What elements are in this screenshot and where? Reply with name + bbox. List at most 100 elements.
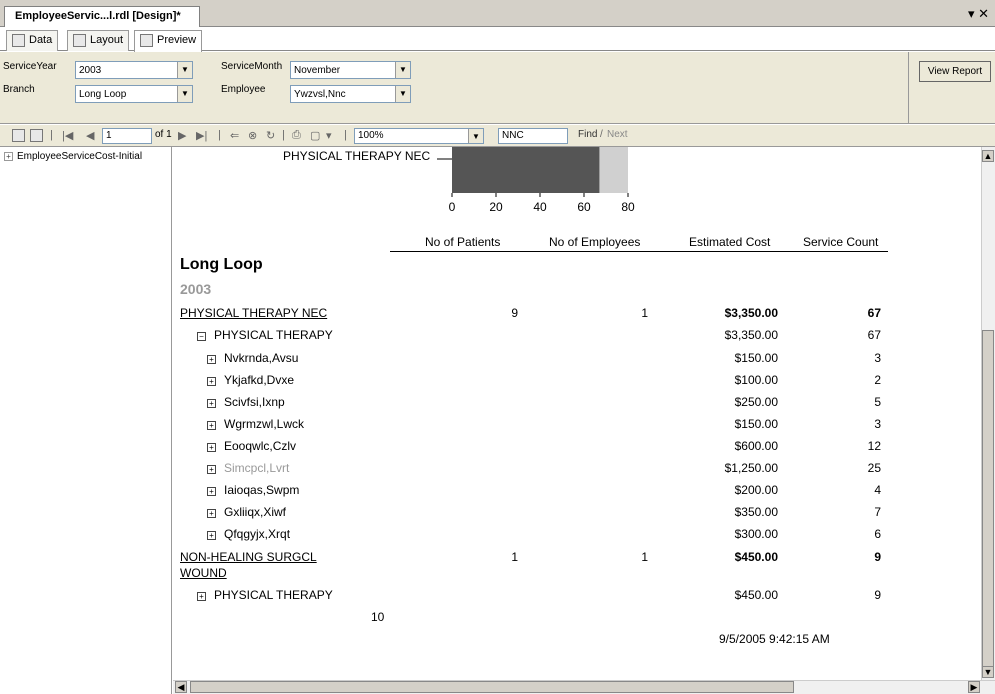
scroll-down-icon[interactable]: ▼ (982, 666, 994, 678)
chart-bar (452, 147, 600, 193)
document-map-icon[interactable] (12, 129, 25, 142)
employee-cost: $600.00 (734, 439, 778, 453)
print-icon[interactable]: ⎙ (292, 129, 301, 142)
tab-preview[interactable]: Preview (134, 30, 203, 52)
horizontal-scroll-thumb[interactable] (190, 681, 794, 693)
expand-icon[interactable]: + (207, 464, 216, 474)
report-body: 0 20 40 60 80 PHYSICAL THERAPY NEC No of Pat… (173, 147, 981, 680)
header-cost: Estimated Cost (689, 235, 771, 249)
employee-count: 7 (874, 505, 881, 519)
group-link[interactable]: PHYSICAL THERAPY NEC (180, 306, 327, 320)
stop-icon[interactable]: ⊗ (248, 129, 257, 142)
page-count: of 1 (155, 129, 172, 140)
employee-name: Qfqgyjx,Xrqt (224, 527, 291, 541)
vertical-scroll-thumb[interactable] (982, 330, 994, 668)
find-separator: / (600, 129, 603, 140)
document-tab-strip: EmployeeServic...l.rdl [Design]* ▾ ✕ (0, 0, 995, 27)
employee-count: 3 (874, 351, 881, 365)
expand-icon[interactable]: + (207, 376, 216, 386)
subgroup-count: 9 (874, 588, 881, 602)
header-count: Service Count (803, 235, 879, 249)
employee-value: Ywzvsl,Nnc (294, 89, 346, 100)
employee-cost: $300.00 (734, 527, 778, 541)
separator: | (218, 129, 221, 141)
expand-icon[interactable]: + (207, 508, 216, 518)
docmap-item[interactable]: + EmployeeServiceCost-Initial (4, 151, 142, 162)
chevron-down-icon[interactable]: ▼ (177, 86, 192, 102)
subgroup-row[interactable]: − PHYSICAL THERAPY (197, 328, 333, 342)
group-patients: 9 (511, 306, 518, 320)
scroll-left-icon[interactable]: ◀ (175, 681, 187, 693)
chart-tick-label: 40 (533, 200, 547, 214)
branch-select[interactable]: Long Loop ▼ (75, 85, 193, 103)
employee-select[interactable]: Ywzvsl,Nnc ▼ (290, 85, 411, 103)
prev-page-icon[interactable]: ◀ (86, 129, 94, 142)
expand-icon[interactable]: + (207, 486, 216, 496)
subgroup-row[interactable]: + PHYSICAL THERAPY (197, 588, 333, 602)
group-employees: 1 (641, 306, 648, 320)
tab-data-label: Data (29, 34, 53, 46)
params-divider (908, 52, 909, 124)
find-link[interactable]: Find (578, 129, 597, 140)
first-page-icon[interactable]: |◀ (62, 129, 73, 142)
employee-row[interactable]: + Wgrmzwl,Lwck (207, 417, 304, 431)
expand-icon[interactable]: + (207, 398, 216, 408)
export-icon[interactable]: ▾ (326, 129, 332, 142)
chevron-down-icon[interactable]: ▼ (395, 86, 410, 102)
employee-count: 2 (874, 373, 881, 387)
service-year-select[interactable]: 2003 ▼ (75, 61, 193, 79)
refresh-icon[interactable]: ↻ (266, 129, 275, 142)
expand-icon[interactable]: + (207, 354, 216, 364)
view-report-button[interactable]: View Report (919, 61, 991, 82)
back-icon[interactable]: ⇐ (230, 129, 239, 142)
expand-icon[interactable]: + (207, 442, 216, 452)
collapse-icon[interactable]: − (197, 331, 206, 341)
parameters-toggle-icon[interactable] (30, 129, 43, 142)
header-patients: No of Patients (425, 235, 501, 249)
page-number-input[interactable]: 1 (102, 128, 152, 144)
employee-name: Iaioqas,Swpm (224, 483, 300, 497)
service-year-value: 2003 (79, 65, 102, 76)
employee-row[interactable]: + Ykjafkd,Dvxe (207, 373, 294, 387)
print-layout-icon[interactable]: ▢ (310, 129, 320, 142)
tab-layout[interactable]: Layout (67, 30, 130, 51)
window-controls[interactable]: ▾ ✕ (968, 6, 989, 22)
scroll-right-icon[interactable]: ▶ (968, 681, 980, 693)
chart-tick-label: 60 (577, 200, 591, 214)
group-cost: $450.00 (734, 550, 778, 564)
expand-icon[interactable]: + (197, 591, 206, 601)
next-link[interactable]: Next (607, 129, 628, 140)
employee-row[interactable]: + Simcpcl,Lvrt (207, 461, 289, 475)
document-tab[interactable]: EmployeeServic...l.rdl [Design]* (4, 6, 200, 27)
find-input[interactable]: NNC (498, 128, 568, 144)
expand-icon[interactable]: + (4, 152, 13, 161)
subgroup-name: PHYSICAL THERAPY (214, 328, 333, 342)
chart-tick-label: 0 (449, 200, 456, 214)
scroll-up-icon[interactable]: ▲ (982, 150, 994, 162)
employee-row[interactable]: + Gxliiqx,Xiwf (207, 505, 286, 519)
expand-icon[interactable]: + (207, 530, 216, 540)
employee-count: 25 (867, 461, 881, 475)
group-link-line2[interactable]: WOUND (180, 566, 227, 580)
next-page-icon[interactable]: ▶ (178, 129, 186, 142)
employee-row[interactable]: + Nvkrnda,Avsu (207, 351, 298, 365)
service-month-select[interactable]: November ▼ (290, 61, 411, 79)
year-heading: 2003 (180, 281, 212, 297)
chevron-down-icon[interactable]: ▼ (177, 62, 192, 78)
employee-name: Eooqwlc,Czlv (224, 439, 297, 453)
employee-row[interactable]: + Scivfsi,Ixnp (207, 395, 285, 409)
employee-row[interactable]: + Iaioqas,Swpm (207, 483, 299, 497)
employee-row[interactable]: + Qfqgyjx,Xrqt (207, 527, 290, 541)
employee-name: Simcpcl,Lvrt (224, 461, 290, 475)
group-count: 9 (874, 550, 881, 564)
tab-data[interactable]: Data (6, 30, 59, 51)
expand-icon[interactable]: + (207, 420, 216, 430)
zoom-select[interactable]: 100% ▼ (354, 128, 484, 144)
chevron-down-icon[interactable]: ▼ (468, 129, 483, 143)
last-page-icon[interactable]: ▶| (196, 129, 207, 142)
employee-label: Employee (221, 84, 266, 95)
group-link[interactable]: NON-HEALING SURGCL (180, 550, 317, 564)
employee-row[interactable]: + Eooqwlc,Czlv (207, 439, 296, 453)
chevron-down-icon[interactable]: ▼ (395, 62, 410, 78)
employee-count: 12 (867, 439, 881, 453)
